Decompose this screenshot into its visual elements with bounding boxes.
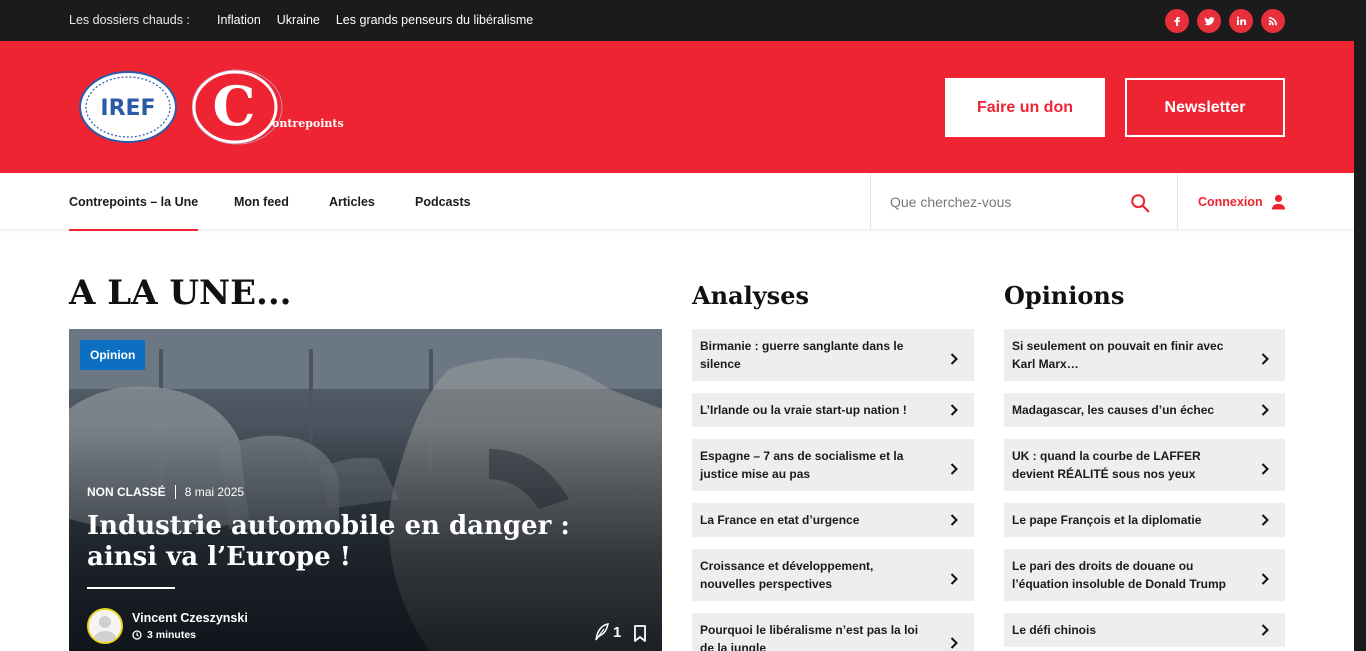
hero-category[interactable]: NON CLASSÉ (87, 485, 166, 499)
list-item[interactable]: Pourquoi le libéralisme n’est pas la loi… (692, 613, 974, 651)
chevron-right-icon (950, 404, 958, 416)
social-links (1165, 9, 1285, 33)
search-icon[interactable] (1129, 192, 1151, 214)
login-link[interactable]: Connexion (1198, 194, 1286, 210)
hero-title[interactable]: Industrie automobile en danger : ainsi v… (87, 511, 647, 573)
chevron-right-icon (950, 514, 958, 526)
iref-logo[interactable]: IREF (78, 70, 178, 144)
cp-logo-word: ontrepoints (272, 117, 344, 130)
nav-item-articles[interactable]: Articles (329, 195, 375, 209)
meta-separator (174, 485, 176, 499)
list-item-label: Pourquoi le libéralisme n’est pas la loi… (700, 623, 919, 651)
nav-item-la-une[interactable]: Contrepoints – la Une (69, 195, 199, 231)
list-item-label: Le défi chinois (1012, 623, 1097, 637)
chevron-right-icon (1261, 404, 1269, 416)
search-input[interactable] (890, 191, 1120, 213)
main-nav: Contrepoints – la Une Mon feed Articles … (0, 173, 1354, 231)
hero-date: 8 mai 2025 (184, 485, 245, 499)
twitter-icon[interactable] (1197, 9, 1221, 33)
chevron-right-icon (1261, 353, 1269, 365)
list-item-label: Le pape François et la diplomatie (1012, 513, 1202, 527)
list-item[interactable]: Espagne – 7 ans de socialisme et la just… (692, 439, 974, 491)
donate-button[interactable]: Faire un don (945, 78, 1105, 137)
list-item[interactable]: Si seulement on pouvait en finir avec Ka… (1004, 329, 1285, 381)
list-item[interactable]: Le défi chinois (1004, 613, 1285, 647)
avatar[interactable] (87, 608, 123, 644)
quill-icon (595, 623, 609, 641)
list-item-label: Birmanie : guerre sanglante dans le sile… (700, 339, 904, 371)
list-item[interactable]: UK : quand la courbe de LAFFER devient R… (1004, 439, 1285, 491)
user-icon (1271, 194, 1285, 210)
list-item-label: Si seulement on pouvait en finir avec Ka… (1012, 339, 1224, 371)
chevron-right-icon (1261, 514, 1269, 526)
rss-icon[interactable] (1261, 9, 1285, 33)
list-item[interactable]: Madagascar, les causes d’un échec (1004, 393, 1285, 427)
hot-topics-label: Les dossiers chauds : (69, 13, 190, 27)
read-time: 3 minutes (132, 629, 196, 641)
hero-divider (87, 587, 175, 589)
opinions-title: Opinions (1004, 281, 1125, 310)
newsletter-button[interactable]: Newsletter (1125, 78, 1285, 137)
clock-icon (132, 630, 142, 640)
iref-logo-text: IREF (100, 96, 155, 121)
reaction-count: 1 (613, 623, 622, 641)
chevron-right-icon (950, 353, 958, 365)
author-name[interactable]: Vincent Czeszynski (132, 611, 248, 625)
chevron-right-icon (1261, 463, 1269, 475)
top-bar: Les dossiers chauds : Inflation Ukraine … (0, 0, 1354, 41)
linkedin-icon[interactable] (1229, 9, 1253, 33)
hot-link-inflation[interactable]: Inflation (217, 13, 261, 27)
read-time-label: 3 minutes (147, 629, 197, 641)
chevron-right-icon (950, 573, 958, 585)
list-item-label: Croissance et développement, nouvelles p… (700, 559, 874, 591)
scrollbar-thumb[interactable] (1354, 0, 1366, 651)
bookmark-icon[interactable] (633, 625, 647, 643)
list-item[interactable]: La France en etat d’urgence (692, 503, 974, 537)
list-item[interactable]: Le pari des droits de douane ou l’équati… (1004, 549, 1285, 601)
une-title: A LA UNE... (69, 273, 292, 313)
search-box (870, 173, 1178, 230)
list-item[interactable]: Birmanie : guerre sanglante dans le sile… (692, 329, 974, 381)
nav-item-podcasts[interactable]: Podcasts (415, 195, 471, 209)
login-label: Connexion (1198, 195, 1263, 209)
contrepoints-logo[interactable]: C ontrepoints (192, 69, 352, 145)
opinion-badge[interactable]: Opinion (80, 340, 146, 370)
hero-article[interactable]: Opinion NON CLASSÉ 8 mai 2025 Industrie … (69, 329, 662, 651)
hero-meta: NON CLASSÉ 8 mai 2025 (87, 485, 244, 499)
hot-topics-links: Inflation Ukraine Les grands penseurs du… (217, 13, 533, 27)
list-item-label: Madagascar, les causes d’un échec (1012, 403, 1215, 417)
chevron-right-icon (950, 637, 958, 649)
facebook-icon[interactable] (1165, 9, 1189, 33)
hero-reactions[interactable]: 1 (594, 623, 621, 641)
avatar-placeholder-icon (89, 610, 121, 642)
list-item-label: UK : quand la courbe de LAFFER devient R… (1012, 449, 1201, 481)
list-item[interactable]: Le pape François et la diplomatie (1004, 503, 1285, 537)
list-item-label: Le pari des droits de douane ou l’équati… (1012, 559, 1227, 591)
chevron-right-icon (1261, 624, 1269, 636)
cp-logo-letter: C (213, 74, 256, 138)
list-item[interactable]: L’Irlande ou la vraie start-up nation ! (692, 393, 974, 427)
list-item-label: L’Irlande ou la vraie start-up nation ! (700, 403, 907, 417)
list-item-label: La France en etat d’urgence (700, 513, 860, 527)
nav-item-mon-feed[interactable]: Mon feed (234, 195, 289, 209)
analyses-title: Analyses (692, 281, 809, 310)
page-scrollbar[interactable] (1354, 0, 1366, 651)
site-header: IREF C ontrepoints Faire un don Newslett… (0, 41, 1354, 173)
hot-link-ukraine[interactable]: Ukraine (277, 13, 320, 27)
list-item-label: Espagne – 7 ans de socialisme et la just… (700, 449, 904, 481)
chevron-right-icon (1261, 573, 1269, 585)
chevron-right-icon (950, 463, 958, 475)
list-item[interactable]: Croissance et développement, nouvelles p… (692, 549, 974, 601)
hot-link-penseurs[interactable]: Les grands penseurs du libéralisme (336, 13, 533, 27)
